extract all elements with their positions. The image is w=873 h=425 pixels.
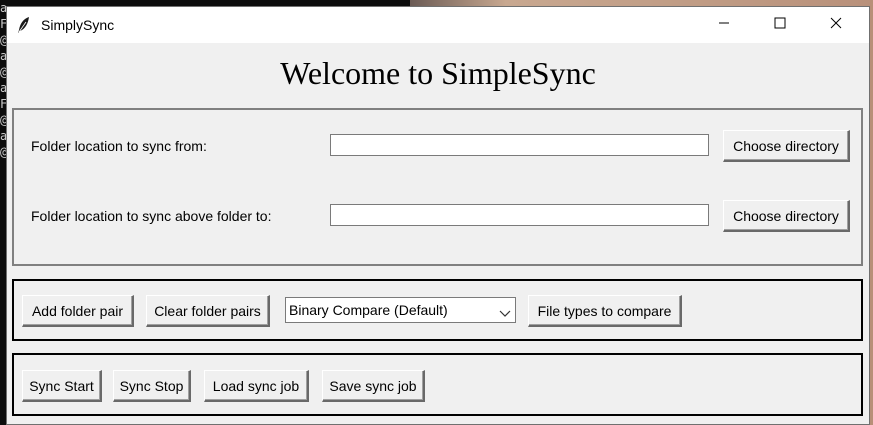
source-folder-input[interactable] xyxy=(330,134,709,156)
sync-start-button[interactable]: Sync Start xyxy=(22,370,102,402)
compare-mode-value: Binary Compare (Default) xyxy=(289,302,448,318)
compare-mode-select[interactable]: Binary Compare (Default) xyxy=(285,297,516,323)
folder-location-frame: Folder location to sync from: Choose dir… xyxy=(12,108,863,266)
close-icon xyxy=(830,16,842,34)
add-folder-pair-button[interactable]: Add folder pair xyxy=(22,295,134,327)
folder-pair-toolbar: Add folder pair Clear folder pairs Binar… xyxy=(12,279,863,341)
load-sync-job-button[interactable]: Load sync job xyxy=(204,370,309,402)
target-folder-input[interactable] xyxy=(330,204,709,226)
feather-icon xyxy=(17,16,31,34)
clear-folder-pairs-button[interactable]: Clear folder pairs xyxy=(146,295,270,327)
chevron-down-icon xyxy=(499,305,511,317)
sync-stop-button[interactable]: Sync Stop xyxy=(113,370,191,402)
save-sync-job-button[interactable]: Save sync job xyxy=(322,370,425,402)
close-button[interactable] xyxy=(813,7,859,43)
sync-job-toolbar: Sync Start Sync Stop Load sync job Save … xyxy=(12,353,863,416)
choose-source-directory-button[interactable]: Choose directory xyxy=(723,130,850,162)
minimize-button[interactable] xyxy=(701,7,747,43)
page-title: Welcome to SimpleSync xyxy=(280,55,596,91)
maximize-button[interactable] xyxy=(757,7,803,43)
window-title: SimplySync xyxy=(41,17,115,33)
file-types-to-compare-button[interactable]: File types to compare xyxy=(528,295,682,327)
app-window: SimplySync Welcome to SimpleSync Folder … xyxy=(6,6,870,425)
source-folder-label: Folder location to sync from: xyxy=(31,138,207,154)
choose-target-directory-button[interactable]: Choose directory xyxy=(723,200,850,232)
minimize-icon xyxy=(718,16,730,34)
title-bar[interactable]: SimplySync xyxy=(7,7,869,43)
maximize-icon xyxy=(774,16,786,34)
target-folder-label: Folder location to sync above folder to: xyxy=(31,208,272,224)
